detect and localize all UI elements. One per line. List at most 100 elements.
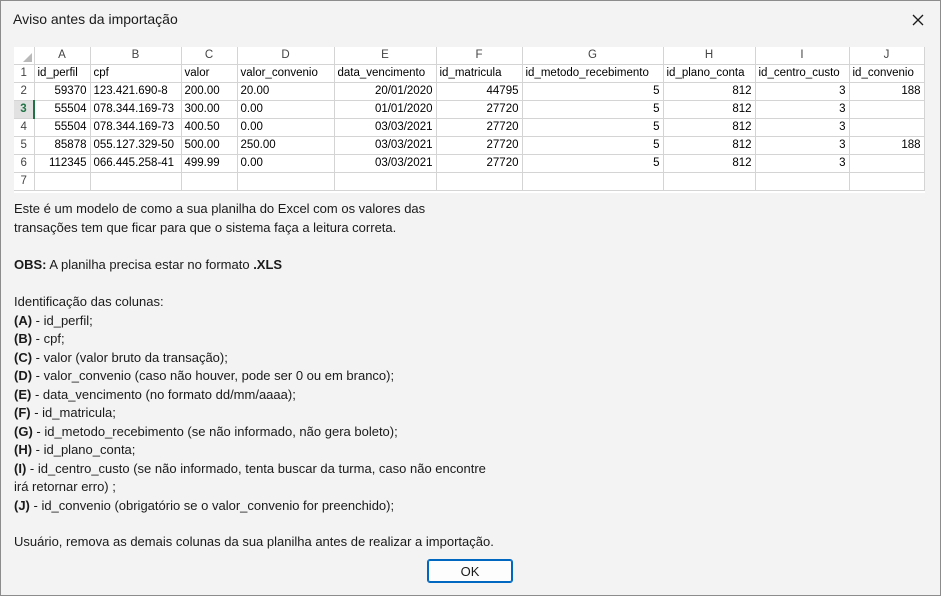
- table-cell: 55504: [34, 100, 91, 119]
- table-cell: 01/01/2020: [334, 100, 437, 119]
- table-cell: 55504: [34, 118, 91, 137]
- table-cell: 20.00: [237, 82, 335, 101]
- table-cell: [237, 172, 335, 191]
- table-cell: [522, 172, 664, 191]
- table-row: 4 55504 078.344.169-73 400.50 0.00 03/03/2021…: [14, 118, 925, 137]
- table-cell: 3: [755, 82, 850, 101]
- column-letter-a: A: [34, 47, 91, 65]
- table-cell: [90, 172, 182, 191]
- close-button[interactable]: [904, 6, 932, 34]
- column-description: (E) - data_vencimento (no formato dd/mm/…: [14, 386, 486, 405]
- row-number: 4: [14, 118, 35, 137]
- spreadsheet-grid: A B C D E F G H I J 1 id_perfil cpf valor valor_conven…: [14, 47, 925, 191]
- intro-line-1: Este é um modelo de como a sua planilha …: [14, 201, 426, 216]
- dialog-title: Aviso antes da importação: [13, 11, 178, 27]
- column-key: (J): [14, 497, 30, 513]
- table-cell: id_metodo_recebimento: [522, 64, 664, 83]
- column-description: (C) - valor (valor bruto da transação);: [14, 349, 486, 368]
- column-description: (B) - cpf;: [14, 330, 486, 349]
- column-description: (A) - id_perfil;: [14, 312, 486, 331]
- column-text: - data_vencimento (no formato dd/mm/aaaa…: [31, 386, 296, 402]
- table-cell: 188: [849, 136, 925, 155]
- column-text: - id_centro_custo (se não informado, ten…: [26, 460, 486, 476]
- table-cell: 066.445.258-41: [90, 154, 182, 173]
- table-cell: id_matricula: [436, 64, 523, 83]
- column-description: (J) - id_convenio (obrigatório se o valo…: [14, 497, 486, 516]
- column-letter-i: I: [755, 47, 850, 65]
- table-cell: id_plano_conta: [663, 64, 756, 83]
- table-cell: 0.00: [237, 100, 335, 119]
- column-key: (A): [14, 312, 33, 328]
- obs-text: A planilha precisa estar no formato: [46, 257, 254, 272]
- column-text: - id_plano_conta;: [32, 442, 136, 457]
- table-cell: 44795: [436, 82, 523, 101]
- table-cell: cpf: [90, 64, 182, 83]
- table-cell: data_vencimento: [334, 64, 437, 83]
- obs-format: .XLS: [253, 257, 283, 272]
- column-key: (F): [14, 405, 31, 420]
- table-cell: 250.00: [237, 136, 335, 155]
- title-bar: Aviso antes da importação: [1, 1, 940, 39]
- table-cell: 0.00: [237, 154, 335, 173]
- ok-button[interactable]: OK: [427, 559, 513, 583]
- column-letter-j: J: [849, 47, 925, 65]
- table-cell: [849, 172, 925, 191]
- table-cell: 400.50: [181, 118, 238, 137]
- table-cell: 812: [663, 136, 756, 155]
- table-cell: 0.00: [237, 118, 335, 137]
- table-cell: 3: [755, 118, 850, 137]
- row-number: 6: [14, 154, 35, 173]
- table-cell: 812: [663, 118, 756, 137]
- row-number: 7: [14, 172, 35, 191]
- obs-label: OBS:: [14, 257, 47, 272]
- column-description: irá retornar erro) ;: [14, 478, 486, 497]
- table-cell: 03/03/2021: [334, 118, 437, 137]
- column-letter-b: B: [90, 47, 182, 65]
- table-cell: [436, 172, 523, 191]
- column-header-row: ABCDEFGHIJ: [14, 47, 925, 65]
- table-cell: 3: [755, 100, 850, 119]
- row-number: 3: [14, 100, 35, 119]
- table-cell: 812: [663, 154, 756, 173]
- column-letter-c: C: [181, 47, 238, 65]
- import-warning-dialog: Aviso antes da importação ABCDEFGHIJ 1 i…: [0, 0, 941, 596]
- columns-heading: Identificação das colunas:: [14, 294, 164, 309]
- column-letter-g: G: [522, 47, 664, 65]
- table-cell: 055.127.329-50: [90, 136, 182, 155]
- table-cell: 300.00: [181, 100, 238, 119]
- table-row: 3 55504 078.344.169-73 300.00 0.00 01/01/2020…: [14, 100, 925, 119]
- column-letter-e: E: [334, 47, 437, 65]
- table-cell: 59370: [34, 82, 91, 101]
- table-cell: [849, 154, 925, 173]
- column-description: (G) - id_metodo_recebimento (se não info…: [14, 423, 486, 442]
- table-cell: 5: [522, 82, 664, 101]
- table-row: 1 id_perfil cpf valor valor_convenio data_ven…: [14, 64, 925, 83]
- table-cell: id_convenio: [849, 64, 925, 83]
- table-cell: 812: [663, 100, 756, 119]
- columns-list: (A) - id_perfil; (B) - cpf; (C) - valor (v…: [14, 312, 486, 516]
- column-key: (E): [14, 386, 32, 402]
- column-key: (B): [14, 331, 33, 346]
- table-cell: [334, 172, 437, 191]
- table-cell: 5: [522, 154, 664, 173]
- row-number: 2: [14, 82, 35, 101]
- table-cell: 123.421.690-8: [90, 82, 182, 101]
- column-text: - id_metodo_recebimento (se não informad…: [32, 423, 398, 439]
- column-text: - id_perfil;: [32, 312, 93, 328]
- column-key: (H): [14, 442, 33, 457]
- table-row: 5 85878 055.127.329-50 500.00 250.00 03/03/20…: [14, 136, 925, 155]
- column-text: - valor_convenio (caso não houver, pode …: [32, 368, 395, 383]
- table-cell: 5: [522, 100, 664, 119]
- table-cell: 85878: [34, 136, 91, 155]
- intro-line-2: transações tem que ficar para que o sist…: [14, 219, 397, 235]
- table-cell: 03/03/2021: [334, 154, 437, 173]
- column-description: (H) - id_plano_conta;: [14, 441, 486, 460]
- select-all-corner: [14, 47, 35, 65]
- spreadsheet-example: A B C D E F G H I J 1 id_perfil cpf valor valor_conven…: [14, 47, 925, 193]
- table-cell: [34, 172, 91, 191]
- obs-note: OBS: A planilha precisa estar no formato…: [14, 256, 282, 275]
- footer-text: Usuário, remova as demais colunas da sua…: [14, 534, 494, 549]
- column-key: (G): [14, 423, 33, 439]
- table-cell: [755, 172, 850, 191]
- table-cell: valor_convenio: [237, 64, 335, 83]
